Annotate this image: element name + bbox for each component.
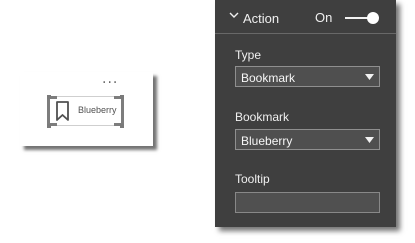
pane-divider: [215, 33, 396, 34]
resize-handle-bottom-right[interactable]: [120, 124, 124, 128]
action-section-header[interactable]: Action On: [215, 0, 396, 33]
type-dropdown[interactable]: Bookmark: [235, 66, 380, 87]
type-dropdown-value: Bookmark: [241, 71, 296, 85]
resize-handle-top-right[interactable]: [120, 95, 124, 99]
format-pane: Action On Type Bookmark Bookmark Blueber…: [215, 0, 396, 227]
screenshot-root: ... Blueberry Action On Type Bookmark Bo…: [0, 0, 415, 243]
action-toggle-label: On: [315, 10, 333, 25]
bookmark-icon: [56, 101, 69, 121]
chevron-down-icon[interactable]: [229, 10, 239, 20]
type-field-label: Type: [235, 48, 262, 62]
bookmark-dropdown[interactable]: Blueberry: [235, 129, 380, 150]
resize-handle-bottom-left[interactable]: [47, 124, 51, 128]
action-section-title: Action: [243, 11, 280, 26]
more-options-button[interactable]: ...: [102, 72, 118, 86]
resize-handle-top-left[interactable]: [47, 95, 51, 99]
tooltip-field-label: Tooltip: [235, 172, 270, 186]
bookmark-field-label: Bookmark: [235, 110, 290, 124]
chevron-down-icon: [365, 137, 374, 143]
bookmark-button-label: Blueberry: [78, 105, 117, 115]
toggle-knob[interactable]: [367, 12, 379, 24]
chevron-down-icon: [365, 74, 374, 80]
tooltip-input[interactable]: [235, 192, 380, 213]
bookmark-dropdown-value: Blueberry: [241, 134, 293, 148]
action-toggle-switch[interactable]: [345, 11, 379, 25]
